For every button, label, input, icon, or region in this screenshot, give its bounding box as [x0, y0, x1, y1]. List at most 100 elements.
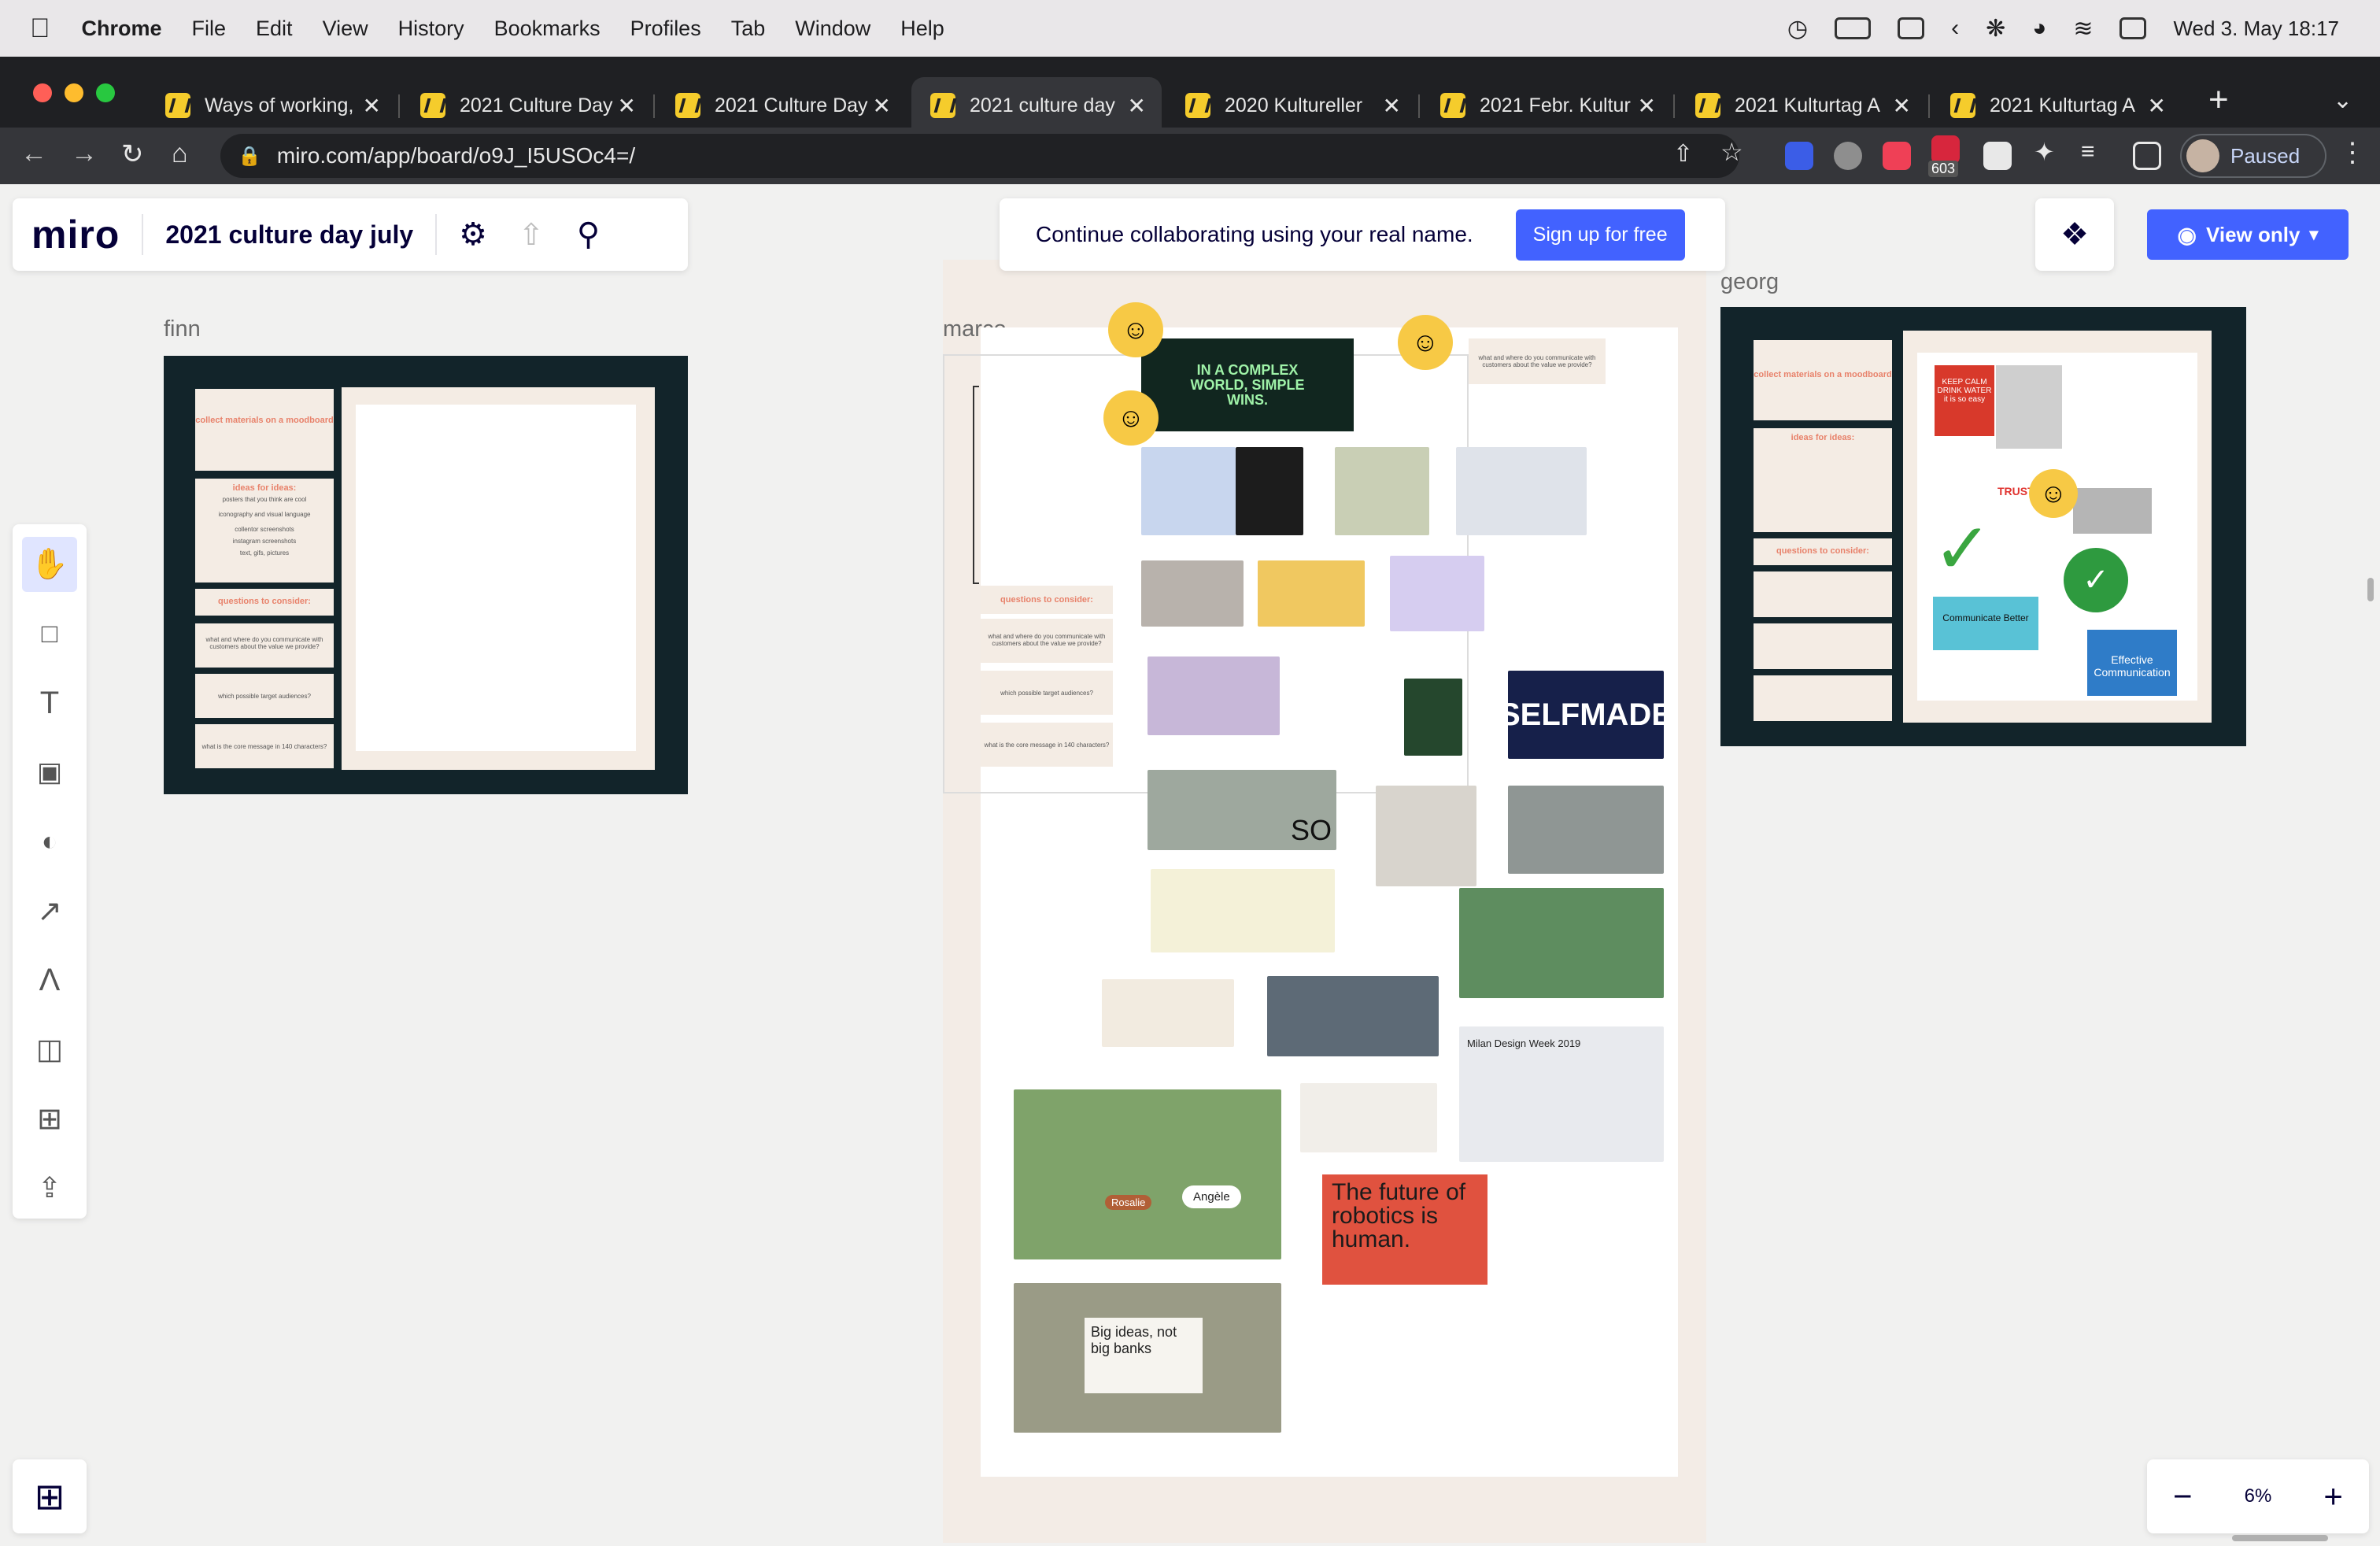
georg-q3-note[interactable] — [1754, 675, 1892, 721]
marco-q3-note[interactable]: what is the core message in 140 characte… — [981, 723, 1113, 767]
finn-moodboard-area[interactable] — [342, 387, 655, 770]
gear-icon[interactable]: ⚙ — [459, 216, 487, 253]
back-arrow-icon[interactable]: ← — [20, 139, 47, 169]
upload-tool-button[interactable]: ⇪ — [22, 1160, 77, 1215]
marco-q1-note[interactable]: what and where do you communicate with c… — [981, 619, 1113, 663]
tab-culture-day-1[interactable]: 2021 Culture Day ✕ — [401, 77, 652, 134]
text-tool-button[interactable]: T — [22, 675, 77, 730]
horizontal-scrollbar[interactable] — [2232, 1535, 2328, 1541]
menu-window[interactable]: Window — [795, 17, 870, 41]
chrome-menu-icon[interactable]: ⋮ — [2339, 137, 2366, 168]
export-icon[interactable]: ⇧ — [519, 217, 544, 253]
shapes-tool-button[interactable]: ◐ — [22, 814, 77, 869]
party-emoji-icon[interactable]: ☺ — [1108, 302, 1163, 357]
moodboard-image-milan[interactable]: Milan Design Week 2019 — [1459, 1026, 1664, 1162]
control-center-icon[interactable] — [2119, 17, 2147, 39]
zoom-out-button[interactable]: − — [2173, 1478, 2193, 1515]
tab-kulturtag-2[interactable]: 2021 Kulturtag A ✕ — [1931, 77, 2182, 134]
forward-arrow-icon[interactable]: → — [71, 139, 98, 169]
georg-moodboard-area[interactable]: KEEP CALM DRINK WATER it is so easy TRUS… — [1903, 331, 2212, 723]
moodboard-image-web-banner[interactable] — [1300, 1083, 1437, 1152]
tab-ways-of-working[interactable]: Ways of working, ✕ — [146, 77, 397, 134]
menu-help[interactable]: Help — [900, 17, 944, 41]
keyboard-icon[interactable] — [1898, 17, 1925, 39]
frame-tool-button[interactable]: ⊞ — [22, 1091, 77, 1146]
close-icon[interactable]: ✕ — [618, 93, 636, 119]
moodboard-image-website[interactable] — [1456, 447, 1587, 535]
keep-calm-poster[interactable]: KEEP CALM DRINK WATER it is so easy — [1935, 365, 1994, 436]
party-emoji-icon[interactable]: ☺ — [1103, 390, 1159, 446]
frames-panel-button[interactable]: ⊞ — [13, 1459, 87, 1533]
georg-questions-note[interactable]: questions to consider: — [1754, 538, 1892, 565]
share-icon[interactable]: ⇧ — [1673, 140, 1693, 168]
we-trust-image[interactable] — [1996, 365, 2062, 449]
profile-paused-button[interactable]: Paused — [2180, 134, 2326, 178]
close-icon[interactable]: ✕ — [2148, 93, 2166, 119]
hand-tool-button[interactable]: ✋ — [22, 537, 77, 592]
close-icon[interactable]: ✕ — [1383, 93, 1401, 119]
wifi-icon[interactable]: ≋ — [2073, 15, 2093, 43]
menu-profiles[interactable]: Profiles — [630, 17, 701, 41]
georg-q1-note[interactable] — [1754, 571, 1892, 617]
menu-bookmarks[interactable]: Bookmarks — [494, 17, 601, 41]
close-icon[interactable]: ✕ — [1128, 93, 1146, 119]
headline-card[interactable]: IN A COMPLEX WORLD, SIMPLE WINS. — [1141, 338, 1354, 431]
close-icon[interactable]: ✕ — [1638, 93, 1656, 119]
time-machine-icon[interactable]: ◷ — [1787, 15, 1808, 43]
finn-collect-note[interactable]: collect materials on a moodboard — [195, 389, 334, 471]
tab-culture-day-2[interactable]: 2021 Culture Day ✕ — [656, 77, 907, 134]
menu-tab[interactable]: Tab — [731, 17, 766, 41]
bookmark-star-icon[interactable]: ☆ — [1720, 137, 1743, 167]
vertical-scrollbar[interactable] — [2367, 578, 2374, 601]
moodboard-image-icons[interactable] — [1151, 869, 1335, 952]
reload-icon[interactable]: ↻ — [121, 139, 144, 170]
moodboard-image-kiosk[interactable] — [1141, 560, 1244, 627]
minimize-window-button[interactable] — [65, 83, 83, 102]
moodboard-image-fence[interactable] — [1508, 786, 1664, 874]
moodboard-image-so-grid[interactable]: SO — [1148, 770, 1336, 850]
miro-logo[interactable]: miro — [31, 212, 120, 257]
finn-ideas-note[interactable]: ideas for ideas: posters that you think … — [195, 479, 334, 583]
moodboard-image-billboard[interactable] — [1141, 447, 1236, 535]
fan-icon[interactable]: ❋ — [1986, 15, 2005, 43]
moodboard-image-bus-stop[interactable]: Big ideas, not big banks — [1014, 1283, 1281, 1433]
finn-q3-note[interactable]: what is the core message in 140 characte… — [195, 724, 334, 768]
board-title[interactable]: 2021 culture day july — [165, 220, 413, 250]
menu-file[interactable]: File — [192, 17, 227, 41]
close-icon[interactable]: ✕ — [363, 93, 381, 119]
moodboard-image-cards[interactable] — [1376, 786, 1476, 886]
lock-icon[interactable]: 🔒 — [238, 145, 261, 168]
finn-q2-note[interactable]: which possible target audiences? — [195, 674, 334, 718]
party-emoji-icon[interactable]: ☺ — [1398, 315, 1453, 370]
finn-questions-note[interactable]: questions to consider: — [195, 589, 334, 616]
moodboard-image-phone[interactable] — [1102, 979, 1234, 1047]
moodboard-image-hand[interactable] — [1390, 556, 1484, 631]
address-bar[interactable]: 🔒 miro.com/app/board/o9J_I5USOc4=/ — [220, 134, 1739, 178]
georg-q2-note[interactable] — [1754, 623, 1892, 669]
close-icon[interactable]: ✕ — [1893, 93, 1911, 119]
reading-list-icon[interactable]: ≡ — [2081, 139, 2095, 165]
moodboard-image-collage[interactable] — [1459, 888, 1664, 998]
extensions-puzzle-icon[interactable]: ✦ — [2034, 137, 2055, 167]
close-window-button[interactable] — [33, 83, 52, 102]
moodboard-image-selfmade[interactable]: SELFMADE — [1499, 671, 1672, 759]
video-call-image[interactable] — [2073, 488, 2152, 534]
sign-up-button[interactable]: Sign up for free — [1515, 209, 1685, 261]
tab-kultureller[interactable]: 2020 Kultureller ✕ — [1166, 77, 1417, 134]
finn-q1-note[interactable]: what and where do you communicate with c… — [195, 623, 334, 668]
comment-tool-button[interactable]: □ — [22, 606, 77, 661]
zoom-in-button[interactable]: + — [2323, 1478, 2343, 1515]
marco-q2-note[interactable]: which possible target audiences? — [981, 671, 1113, 715]
moodboard-image-field[interactable]: Rosalie Angèle — [1014, 1089, 1281, 1259]
georg-ideas-note[interactable]: ideas for ideas: — [1754, 428, 1892, 532]
pen-tool-button[interactable]: Λ — [22, 952, 77, 1008]
tab-culture-day-active[interactable]: 2021 culture day ✕ — [911, 77, 1162, 134]
view-only-button[interactable]: ◉ View only ▾ — [2147, 209, 2349, 260]
georg-frame[interactable]: collect materials on a moodboard ideas f… — [1720, 307, 2246, 746]
templates-tool-button[interactable]: ◫ — [22, 1022, 77, 1077]
frame-label-finn[interactable]: finn — [164, 316, 201, 342]
marco-value-note[interactable]: what and where do you communicate with c… — [1469, 338, 1606, 384]
tab-kulturtag-1[interactable]: 2021 Kulturtag A ✕ — [1676, 77, 1927, 134]
extension-box-icon[interactable] — [1983, 142, 2012, 170]
bitwarden-extension-icon[interactable] — [1785, 142, 1813, 170]
